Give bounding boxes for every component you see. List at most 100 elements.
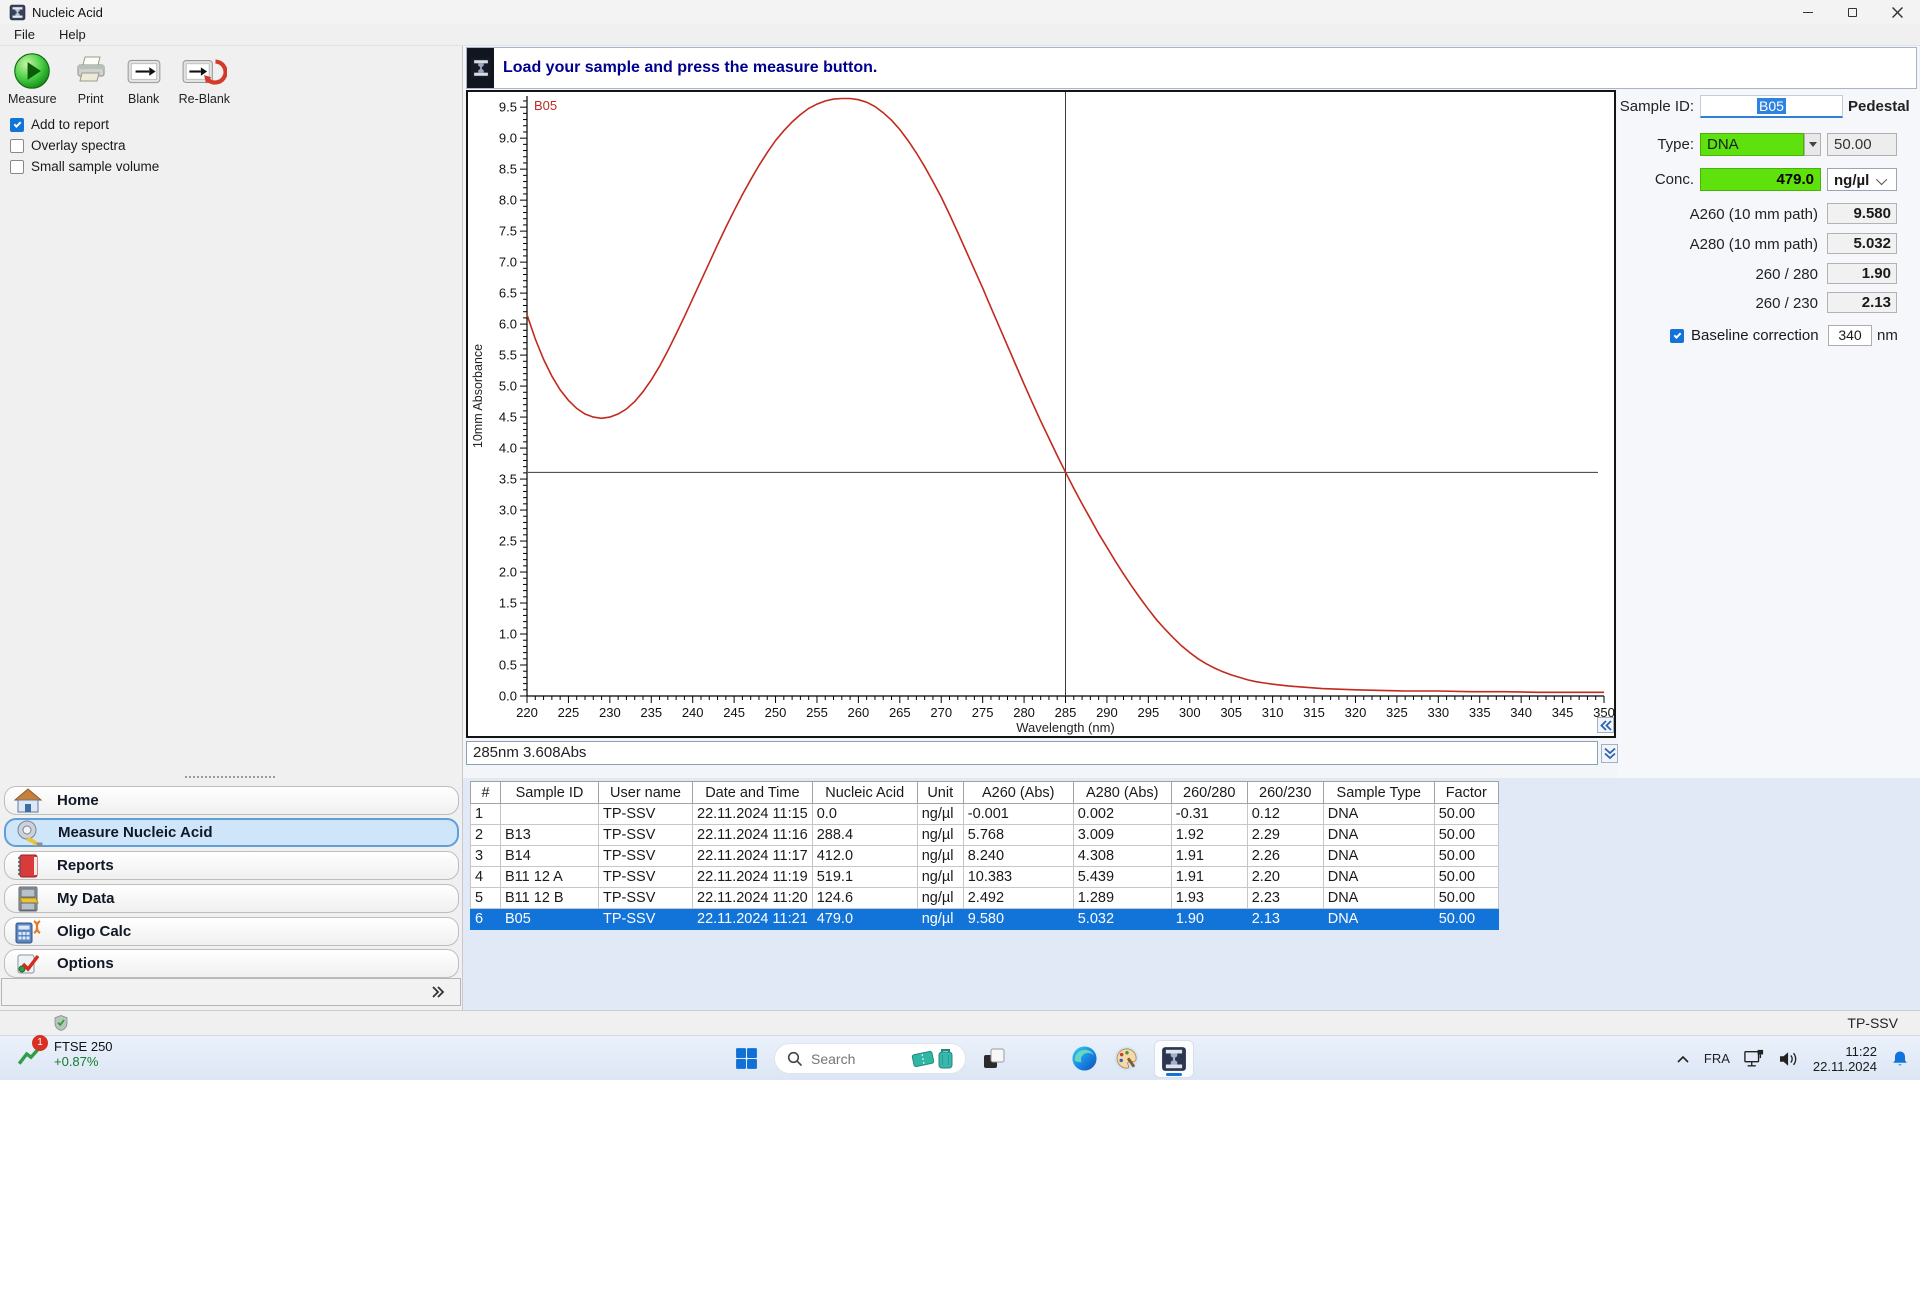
minimize-icon xyxy=(1802,11,1813,13)
column-header-5[interactable]: Unit xyxy=(916,781,964,804)
small-sample-volume-checkbox[interactable] xyxy=(10,159,24,174)
add-to-report-option[interactable]: Add to report xyxy=(10,117,109,132)
table-collapse-button[interactable] xyxy=(1601,744,1618,763)
sidebar-item-measure-nucleic-acid[interactable]: Measure Nucleic Acid xyxy=(4,818,459,847)
column-header-9[interactable]: 260/230 xyxy=(1246,781,1324,804)
svg-text:4.5: 4.5 xyxy=(499,410,517,425)
svg-text:2.5: 2.5 xyxy=(499,534,517,549)
left-panel: Measure Print Blank Re-Blank Add to repo… xyxy=(0,46,463,1010)
blank-button[interactable]: Blank xyxy=(121,49,167,108)
message-bar: Load your sample and press the measure b… xyxy=(466,47,1917,89)
column-header-3[interactable]: Date and Time xyxy=(692,781,813,804)
clock[interactable]: 11:22 22.11.2024 xyxy=(1813,1044,1877,1074)
svg-text:9.5: 9.5 xyxy=(499,100,517,115)
language-indicator[interactable]: FRA xyxy=(1704,1051,1730,1066)
type-select-arrow[interactable] xyxy=(1804,133,1821,156)
spectrum-chart[interactable]: 220 225 230 235 240 245 250 255 260 265 270 275 280 2… xyxy=(468,92,1614,736)
svg-text:0.5: 0.5 xyxy=(499,658,517,673)
paint-app-button[interactable] xyxy=(1112,1045,1140,1073)
snip-app-button[interactable] xyxy=(980,1045,1008,1073)
unit-select[interactable]: ng/µl xyxy=(1827,168,1897,191)
spectrum-chart-widget: 220 225 230 235 240 245 250 255 260 265 270 275 280 2… xyxy=(466,90,1616,738)
chart-collapse-button[interactable] xyxy=(1597,717,1614,733)
menu-bar: File Help xyxy=(0,24,1920,46)
clock-date: 22.11.2024 xyxy=(1812,1058,1877,1074)
reblank-button[interactable]: Re-Blank xyxy=(175,49,234,108)
network-icon[interactable] xyxy=(1743,1049,1765,1069)
sidebar-collapse-bar[interactable] xyxy=(1,978,461,1006)
table-row[interactable]: 6 B05 TP-SSV 22.11.2024 11:21 479.0 ng/µl 9.58… xyxy=(470,908,1499,930)
sample-id-input[interactable]: B05 xyxy=(1700,95,1843,118)
menu-help[interactable]: Help xyxy=(59,27,86,42)
edge-browser-button[interactable] xyxy=(1070,1045,1098,1073)
svg-text:280: 280 xyxy=(1013,705,1035,720)
svg-text:340: 340 xyxy=(1510,705,1532,720)
table-row[interactable]: 5 B11 12 B TP-SSV 22.11.2024 11:20 124.6 ng/µ… xyxy=(470,887,1499,909)
measure-button[interactable]: Measure xyxy=(4,49,61,108)
start-button[interactable] xyxy=(732,1045,760,1073)
a280-label: A280 (10 mm path) xyxy=(1689,236,1818,253)
table-row[interactable]: 1 TP-SSV 22.11.2024 11:15 0.0 ng/µl -0.001 0.0… xyxy=(470,803,1499,825)
type-select[interactable]: DNA xyxy=(1700,133,1804,156)
svg-text:290: 290 xyxy=(1096,705,1118,720)
add-to-report-checkbox[interactable] xyxy=(10,117,24,132)
sidebar-item-oligo-calc[interactable]: Oligo Calc xyxy=(4,917,459,946)
sample-id-label: Sample ID: xyxy=(1619,98,1694,115)
notification-bell-icon[interactable] xyxy=(1890,1049,1910,1069)
close-button[interactable] xyxy=(1875,0,1920,24)
sidebar-item-reports[interactable]: Reports xyxy=(4,851,459,880)
svg-text:7.0: 7.0 xyxy=(499,255,517,270)
sidebar-item-home[interactable]: Home xyxy=(4,786,459,815)
column-header-7[interactable]: A280 (Abs) xyxy=(1072,781,1172,804)
panel-drag-handle[interactable] xyxy=(185,776,275,780)
overlay-spectra-checkbox[interactable] xyxy=(10,138,24,153)
column-header-8[interactable]: 260/280 xyxy=(1170,781,1248,804)
table-row[interactable]: 3 B14 TP-SSV 22.11.2024 11:17 412.0 ng/µl 8.24… xyxy=(470,845,1499,867)
factor-field[interactable]: 50.00 xyxy=(1827,133,1897,156)
svg-text:0.0: 0.0 xyxy=(499,689,517,704)
svg-text:250: 250 xyxy=(765,705,787,720)
baseline-correction-checkbox[interactable] xyxy=(1670,328,1684,343)
search-input[interactable] xyxy=(811,1050,903,1067)
column-header-2[interactable]: User name xyxy=(598,781,693,804)
measure-icon xyxy=(14,53,51,89)
table-row[interactable]: 4 B11 12 A TP-SSV 22.11.2024 11:19 519.1 ng/µ… xyxy=(470,866,1499,888)
search-box[interactable] xyxy=(774,1043,966,1074)
column-header-11[interactable]: Factor xyxy=(1433,781,1499,804)
paint-palette-icon xyxy=(1113,1046,1139,1071)
menu-file[interactable]: File xyxy=(14,27,35,42)
svg-text:260: 260 xyxy=(848,705,870,720)
nucleic-acid-app-button[interactable] xyxy=(1154,1039,1194,1078)
baseline-unit-label: nm xyxy=(1877,327,1898,344)
svg-text:7.5: 7.5 xyxy=(499,224,517,239)
small-sample-volume-option[interactable]: Small sample volume xyxy=(10,159,159,174)
baseline-correction-option[interactable]: Baseline correction xyxy=(1670,327,1819,344)
ratio-260-280-value: 1.90 xyxy=(1827,263,1897,284)
stock-change: +0.87% xyxy=(54,1054,99,1069)
table-header-row: # Sample ID User name Date and Time Nucleic … xyxy=(470,781,1499,804)
overlay-spectra-option[interactable]: Overlay spectra xyxy=(10,138,126,153)
column-header-4[interactable]: Nucleic Acid xyxy=(811,781,918,804)
baseline-wavelength-input[interactable]: 340 xyxy=(1828,325,1872,346)
svg-text:305: 305 xyxy=(1220,705,1242,720)
print-button[interactable]: Print xyxy=(69,49,113,108)
taskbar-tray: FRA 11:22 22.11.2024 xyxy=(1675,1038,1910,1079)
shield-check-icon xyxy=(54,1015,68,1031)
table-row[interactable]: 2 B13 TP-SSV 22.11.2024 11:16 288.4 ng/µl 5.76… xyxy=(470,824,1499,846)
column-header-0[interactable]: # xyxy=(470,781,501,804)
minimize-button[interactable] xyxy=(1785,0,1830,24)
maximize-button[interactable] xyxy=(1830,0,1875,24)
volume-icon[interactable] xyxy=(1778,1050,1800,1068)
widgets-button[interactable]: 1 FTSE 250 +0.87% xyxy=(16,1035,113,1069)
sidebar-item-my-data[interactable]: My Data xyxy=(4,884,459,913)
pedestal-icon xyxy=(467,48,494,88)
tray-chevron-up-icon[interactable] xyxy=(1675,1053,1691,1065)
svg-text:6.5: 6.5 xyxy=(499,286,517,301)
sidebar-item-options[interactable]: Options xyxy=(4,949,459,978)
crosshair-cursor[interactable] xyxy=(528,92,1598,696)
svg-text:9.0: 9.0 xyxy=(499,131,517,146)
column-header-6[interactable]: A260 (Abs) xyxy=(962,781,1074,804)
column-header-1[interactable]: Sample ID xyxy=(500,781,599,804)
column-header-10[interactable]: Sample Type xyxy=(1322,781,1435,804)
double-chevron-down-icon xyxy=(1603,747,1616,760)
